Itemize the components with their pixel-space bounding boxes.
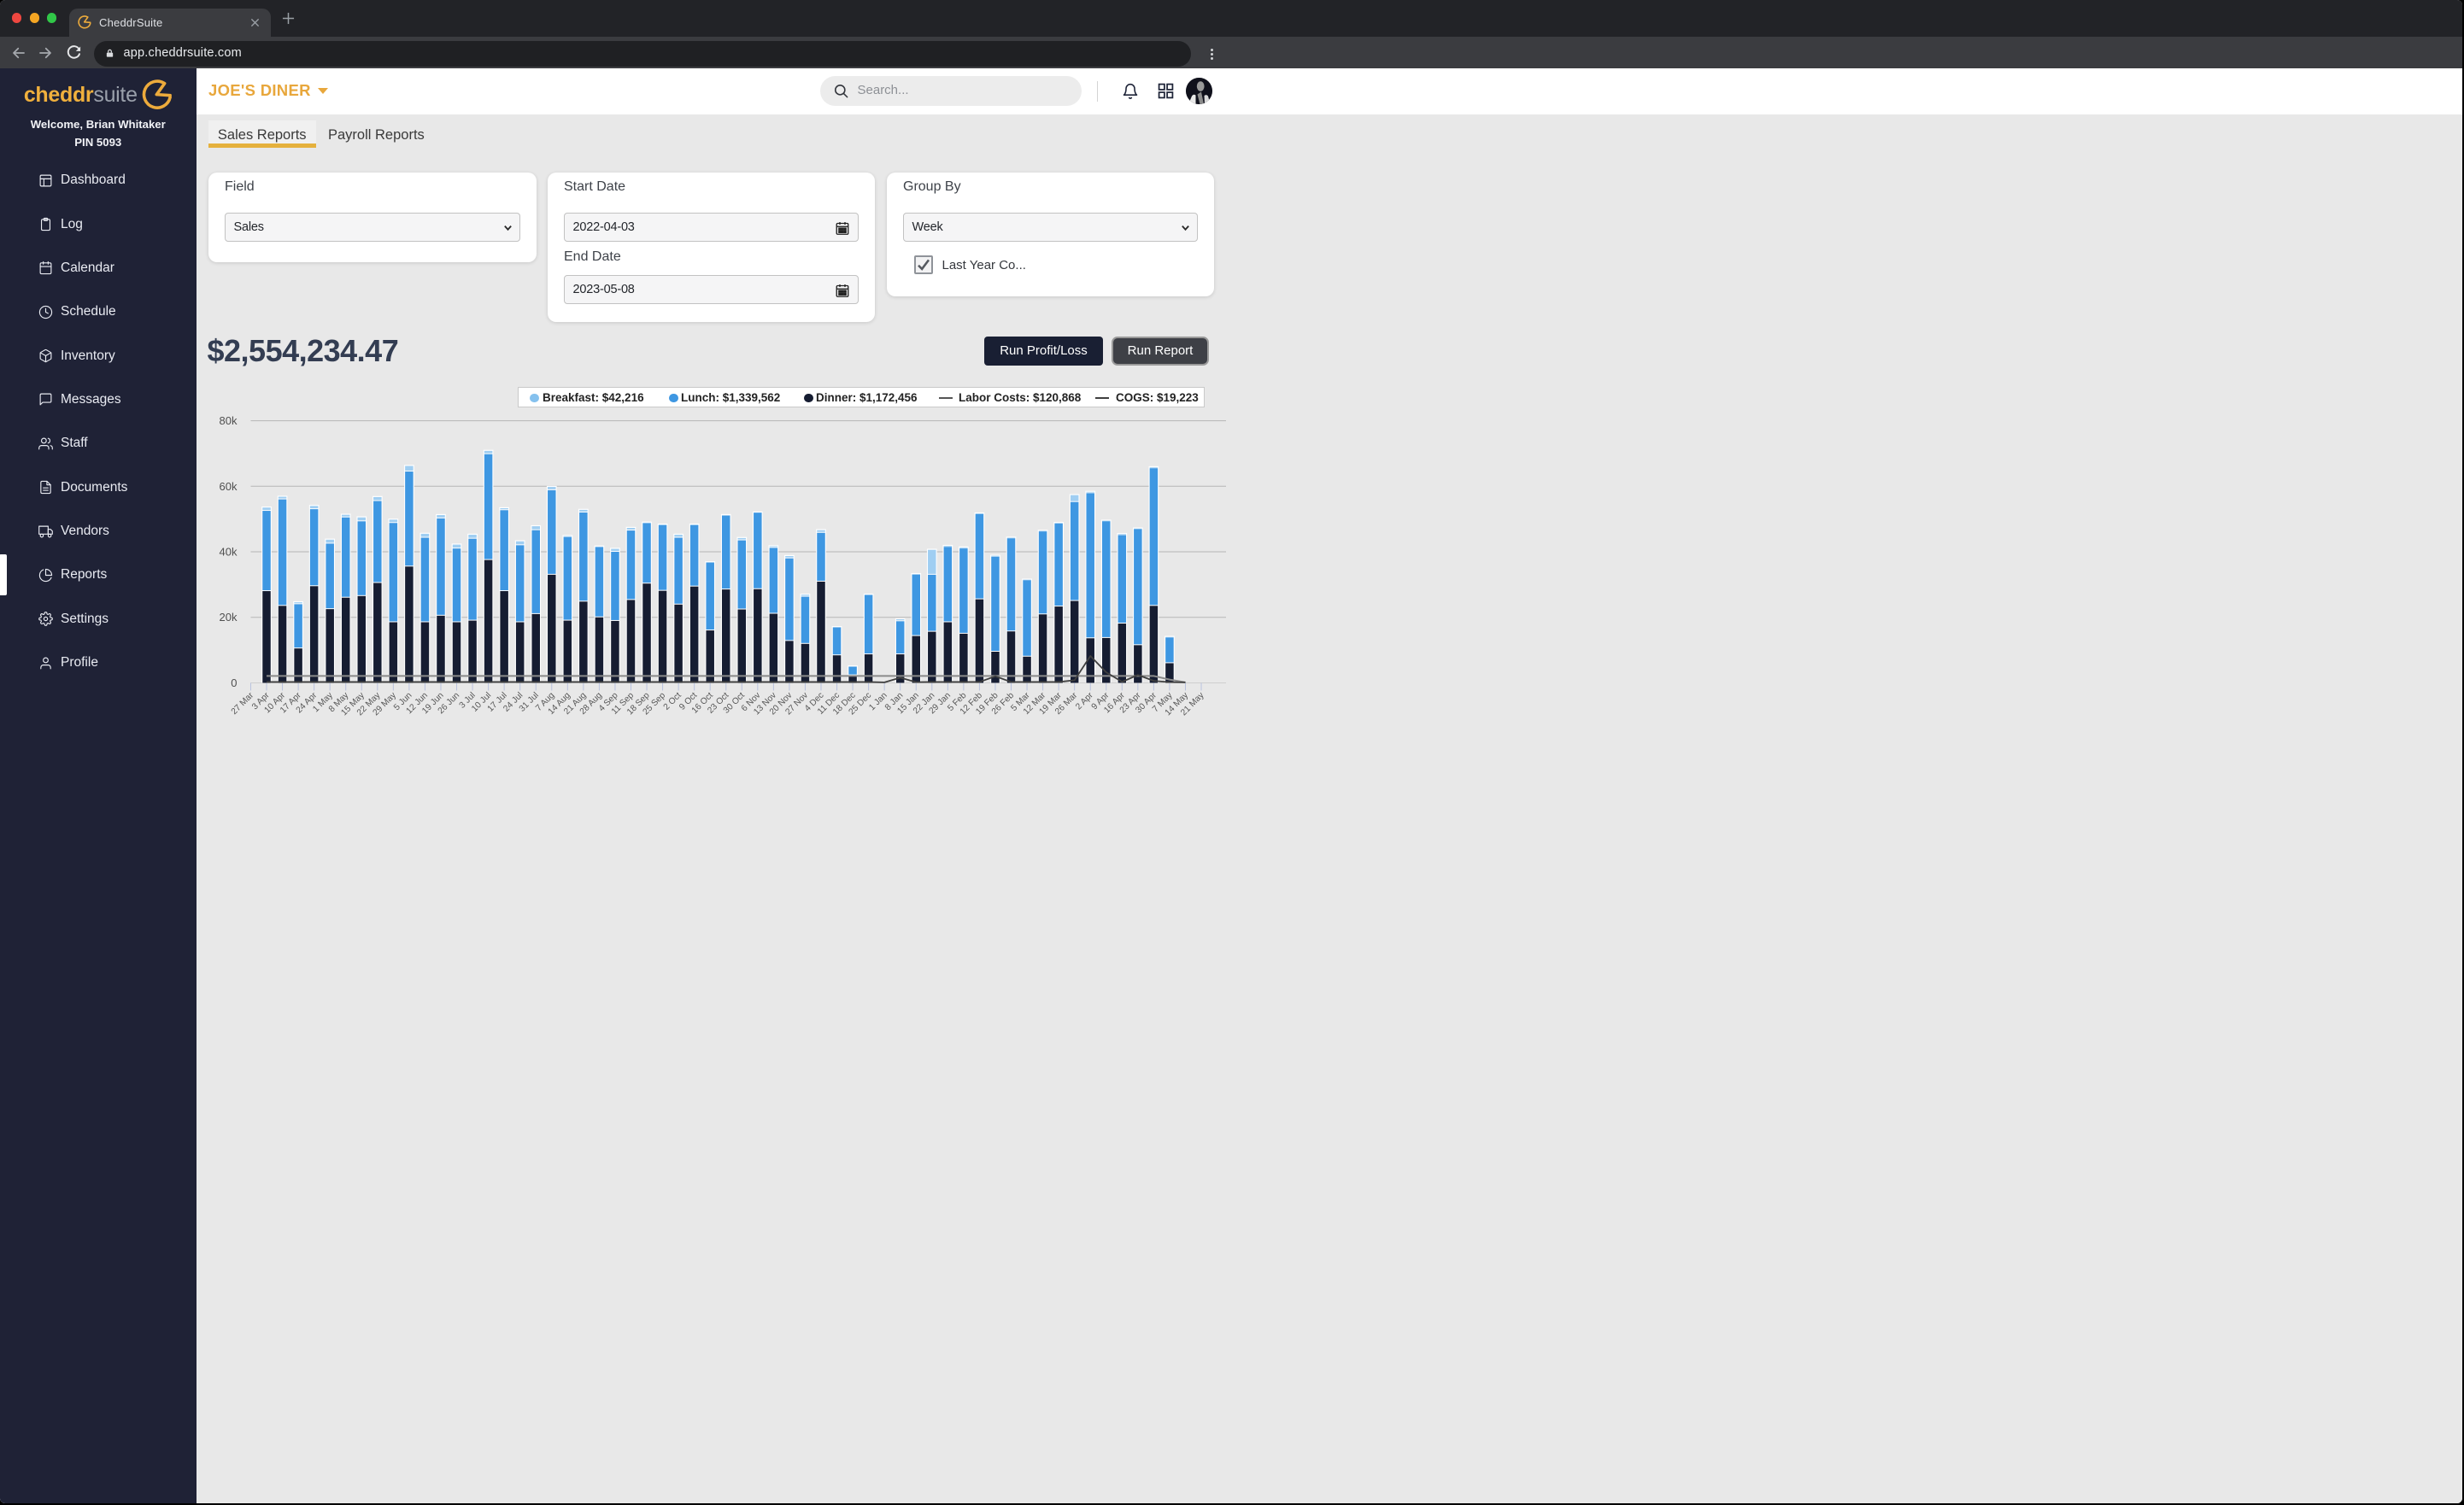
- svg-text:40k: 40k: [219, 546, 237, 559]
- svg-text:0: 0: [231, 676, 237, 689]
- svg-text:60k: 60k: [219, 480, 237, 493]
- svg-text:20k: 20k: [219, 611, 237, 624]
- svg-text:80k: 80k: [219, 414, 237, 427]
